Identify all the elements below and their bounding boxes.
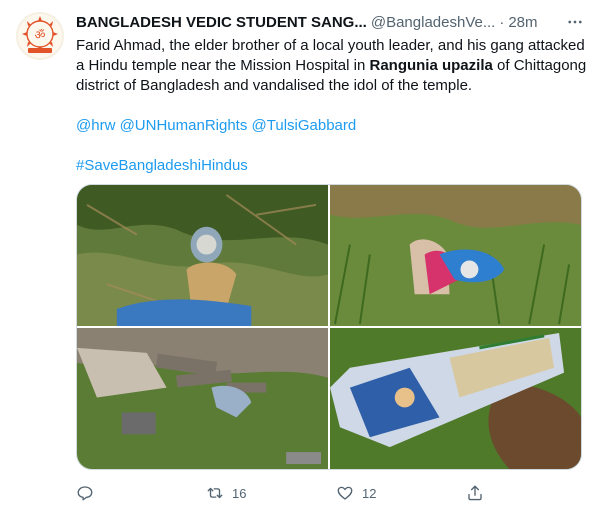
tweet-header: BANGLADESH VEDIC STUDENT SANG... @Bangla… [76,12,587,32]
timestamp[interactable]: 28m [508,14,537,31]
tweet-text: Farid Ahmad, the elder brother of a loca… [76,36,591,176]
share-button[interactable] [466,484,492,502]
mention-link[interactable]: @UNHumanRights [120,117,248,134]
media-grid[interactable] [76,184,582,470]
reply-icon [77,486,93,501]
retweet-button[interactable]: 16 [206,484,336,502]
more-button[interactable] [563,10,587,34]
photo-4[interactable] [330,328,581,469]
reply-button[interactable] [76,484,206,502]
photo-idol-in-grass [330,185,581,326]
photo-debris [77,328,328,469]
photo-2[interactable] [330,185,581,326]
mentions-line: @hrw @UNHumanRights @TulsiGabbard [76,116,591,136]
mention-link[interactable]: @hrw [76,117,115,134]
author-name[interactable]: BANGLADESH VEDIC STUDENT SANG... [76,14,367,31]
mention-link[interactable]: @TulsiGabbard [252,117,357,134]
avatar[interactable]: ॐ [16,12,64,60]
action-bar: 16 12 [76,482,506,504]
bold-place: Rangunia upazila [369,57,493,74]
photo-idol-on-ground [77,185,328,326]
like-count: 12 [362,485,377,501]
hashtag-line: #SaveBangladeshiHindus [76,156,591,176]
like-button[interactable]: 12 [336,484,466,502]
like-icon [337,486,353,500]
hashtag-link[interactable]: #SaveBangladeshiHindus [76,157,248,174]
separator-dot: · [499,13,505,31]
photo-1[interactable] [77,185,328,326]
retweet-icon [207,487,223,499]
tweet-body: Farid Ahmad, the elder brother of a loca… [76,36,591,96]
share-icon [468,485,482,501]
tweet[interactable]: ॐ BANGLADESH VEDIC STUDENT SANG... @Bang… [0,0,601,506]
photo-3[interactable] [77,328,328,469]
author-handle[interactable]: @BangladeshVe... [371,14,495,31]
svg-text:ॐ: ॐ [35,28,46,42]
photo-torn-banner [330,328,581,469]
retweet-count: 16 [232,485,247,501]
more-icon [568,20,582,24]
avatar-logo-icon: ॐ [18,14,62,58]
